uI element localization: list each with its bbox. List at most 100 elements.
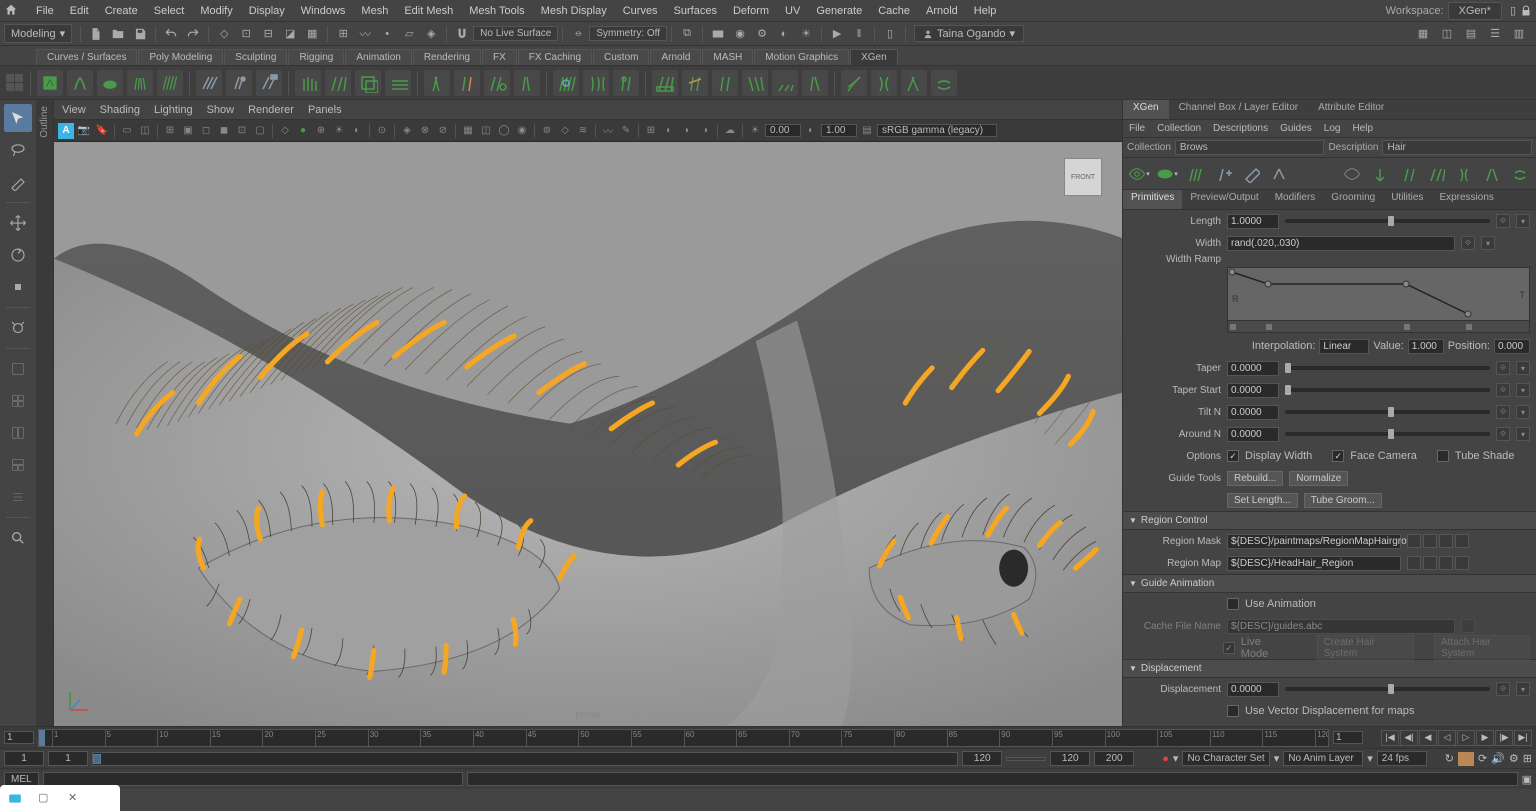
charset-menu-icon[interactable]: ▾ xyxy=(1274,752,1280,765)
grid-icon[interactable]: ⊞ xyxy=(162,123,178,139)
film-gate-icon[interactable]: ▣ xyxy=(180,123,196,139)
layout-three-icon[interactable] xyxy=(4,451,32,479)
subdiv-icon[interactable]: ◫ xyxy=(478,123,494,139)
taskbar-close-icon[interactable]: ✕ xyxy=(68,791,82,805)
shading-menu[interactable]: Shading xyxy=(100,104,140,116)
shelf-tab-rigging[interactable]: Rigging xyxy=(288,49,344,65)
xgen-btn-24[interactable] xyxy=(772,70,798,96)
image-plane-icon[interactable]: ▭ xyxy=(119,123,135,139)
viewport-3d[interactable]: FRONT persp xyxy=(54,142,1122,726)
field-chart-icon[interactable]: ⊡ xyxy=(234,123,250,139)
live-surface-dropdown[interactable]: No Live Surface xyxy=(473,26,558,41)
layout-single-icon[interactable] xyxy=(4,355,32,383)
xg-icon-add-guide[interactable] xyxy=(1211,162,1235,186)
xg-icon-eye[interactable]: ▾ xyxy=(1127,162,1151,186)
menu-help[interactable]: Help xyxy=(966,5,1005,17)
select-face-icon[interactable]: ◪ xyxy=(280,24,300,44)
xgen-btn-23[interactable] xyxy=(742,70,768,96)
toggle-tool-settings-icon[interactable]: ☰ xyxy=(1485,24,1505,44)
subtab-utilities[interactable]: Utilities xyxy=(1383,190,1431,209)
xray-comp-icon[interactable]: ⊘ xyxy=(435,123,451,139)
charset-dropdown[interactable]: No Character Set xyxy=(1182,751,1269,766)
animlayer-menu-icon[interactable]: ▾ xyxy=(1367,752,1373,765)
shelf-tab-sculpt[interactable]: Sculpting xyxy=(224,49,287,65)
safe-action-icon[interactable]: ▢ xyxy=(252,123,268,139)
bookmark-icon[interactable]: 🔖 xyxy=(94,123,110,139)
taperstart-menu-icon[interactable]: ▾ xyxy=(1516,383,1530,397)
xgen-btn-15[interactable] xyxy=(484,70,510,96)
toggle-panel-icon[interactable]: ▯ xyxy=(880,24,900,44)
renderer-menu[interactable]: Renderer xyxy=(248,104,294,116)
xgen-menu-collection[interactable]: Collection xyxy=(1157,123,1201,134)
xgen-btn-17[interactable] xyxy=(553,70,579,96)
bump-field[interactable]: 0.0000 xyxy=(1227,726,1279,727)
shelf-tab-custom[interactable]: Custom xyxy=(593,49,649,65)
res-gate-icon[interactable]: ◻ xyxy=(198,123,214,139)
panels-menu[interactable]: Panels xyxy=(308,104,342,116)
menuset-selector[interactable]: Modeling▾ xyxy=(4,24,72,43)
menu-edit[interactable]: Edit xyxy=(62,5,97,17)
open-scene-icon[interactable] xyxy=(108,24,128,44)
play-fwd-icon[interactable]: ▷ xyxy=(1457,730,1475,746)
autokey-icon[interactable]: ▾ xyxy=(1173,752,1179,765)
sound-icon[interactable]: 🔊 xyxy=(1491,752,1505,765)
lighting-menu[interactable]: Lighting xyxy=(154,104,193,116)
ssao-icon[interactable]: ◐ xyxy=(661,123,677,139)
taperstart-expr-icon[interactable]: ⟐ xyxy=(1496,383,1510,397)
xgen-btn-18[interactable] xyxy=(583,70,609,96)
menu-generate[interactable]: Generate xyxy=(808,5,870,17)
snap-live-icon[interactable]: ◈ xyxy=(421,24,441,44)
shaded-icon[interactable]: ● xyxy=(295,123,311,139)
subtab-grooming[interactable]: Grooming xyxy=(1323,190,1383,209)
new-scene-icon[interactable] xyxy=(86,24,106,44)
xgen-btn-27[interactable] xyxy=(871,70,897,96)
camera-attrs-icon[interactable]: 📷 xyxy=(76,123,92,139)
xg-icon-top-1[interactable] xyxy=(1368,162,1392,186)
step-fwd-icon[interactable]: ▶ xyxy=(1476,730,1494,746)
length-expr-icon[interactable]: ⟐ xyxy=(1496,214,1510,228)
animlayer-dropdown[interactable]: No Anim Layer xyxy=(1283,751,1363,766)
view-transform-dropdown[interactable]: sRGB gamma (legacy) xyxy=(877,124,997,137)
regionmask-browse-icon[interactable] xyxy=(1439,534,1453,548)
menu-surfaces[interactable]: Surfaces xyxy=(666,5,725,17)
scale-tool-icon[interactable] xyxy=(4,273,32,301)
rotate-tool-icon[interactable] xyxy=(4,241,32,269)
xgen-btn-8[interactable] xyxy=(256,70,282,96)
menu-editmesh[interactable]: Edit Mesh xyxy=(396,5,461,17)
render-frame-icon[interactable] xyxy=(708,24,728,44)
width-field[interactable]: rand(.020,.030) xyxy=(1227,236,1455,251)
key-icon[interactable]: ● xyxy=(1162,753,1169,765)
menu-cache[interactable]: Cache xyxy=(870,5,918,17)
xray-icon[interactable]: ◈ xyxy=(399,123,415,139)
position-field[interactable]: 0.000 xyxy=(1494,339,1530,354)
lock-icon[interactable] xyxy=(1520,5,1532,17)
xgen-btn-2[interactable] xyxy=(67,70,93,96)
anim-prefs-icon[interactable]: ⊞ xyxy=(1523,752,1532,765)
shelf-tab-motion[interactable]: Motion Graphics xyxy=(754,49,849,65)
current-frame-field[interactable]: 1 xyxy=(1333,731,1363,744)
shelf-tab-xgen[interactable]: XGen xyxy=(850,49,898,65)
shelf-tab-mash[interactable]: MASH xyxy=(702,49,753,65)
snap-plane-icon[interactable]: ▱ xyxy=(399,24,419,44)
xgen-btn-11[interactable] xyxy=(355,70,381,96)
search-icon[interactable] xyxy=(4,524,32,552)
view-transform-icon[interactable]: ▤ xyxy=(859,123,875,139)
outliner-collapsed[interactable]: Outline xyxy=(36,100,54,726)
value-field[interactable]: 1.000 xyxy=(1408,339,1444,354)
menu-mesh[interactable]: Mesh xyxy=(353,5,396,17)
autokey-toggle-icon[interactable] xyxy=(1458,752,1474,766)
step-fwd-key-icon[interactable]: |▶ xyxy=(1495,730,1513,746)
redo-icon[interactable] xyxy=(183,24,203,44)
gate-mask-icon[interactable]: ◼ xyxy=(216,123,232,139)
toggle-channel-box-icon[interactable]: ▥ xyxy=(1509,24,1529,44)
select-camera-icon[interactable]: A xyxy=(58,123,74,139)
pause-icon[interactable]: ‖ xyxy=(849,24,869,44)
shelf-tab-fxcache[interactable]: FX Caching xyxy=(518,49,592,65)
textured-icon[interactable]: ⊕ xyxy=(313,123,329,139)
xgen-menu-guides[interactable]: Guides xyxy=(1280,123,1312,134)
shelf-tab-poly[interactable]: Poly Modeling xyxy=(138,49,223,65)
select-vert-icon[interactable]: ⊡ xyxy=(236,24,256,44)
menu-curves[interactable]: Curves xyxy=(615,5,666,17)
taper-expr-icon[interactable]: ⟐ xyxy=(1496,361,1510,375)
playblast-icon[interactable]: ▶ xyxy=(827,24,847,44)
